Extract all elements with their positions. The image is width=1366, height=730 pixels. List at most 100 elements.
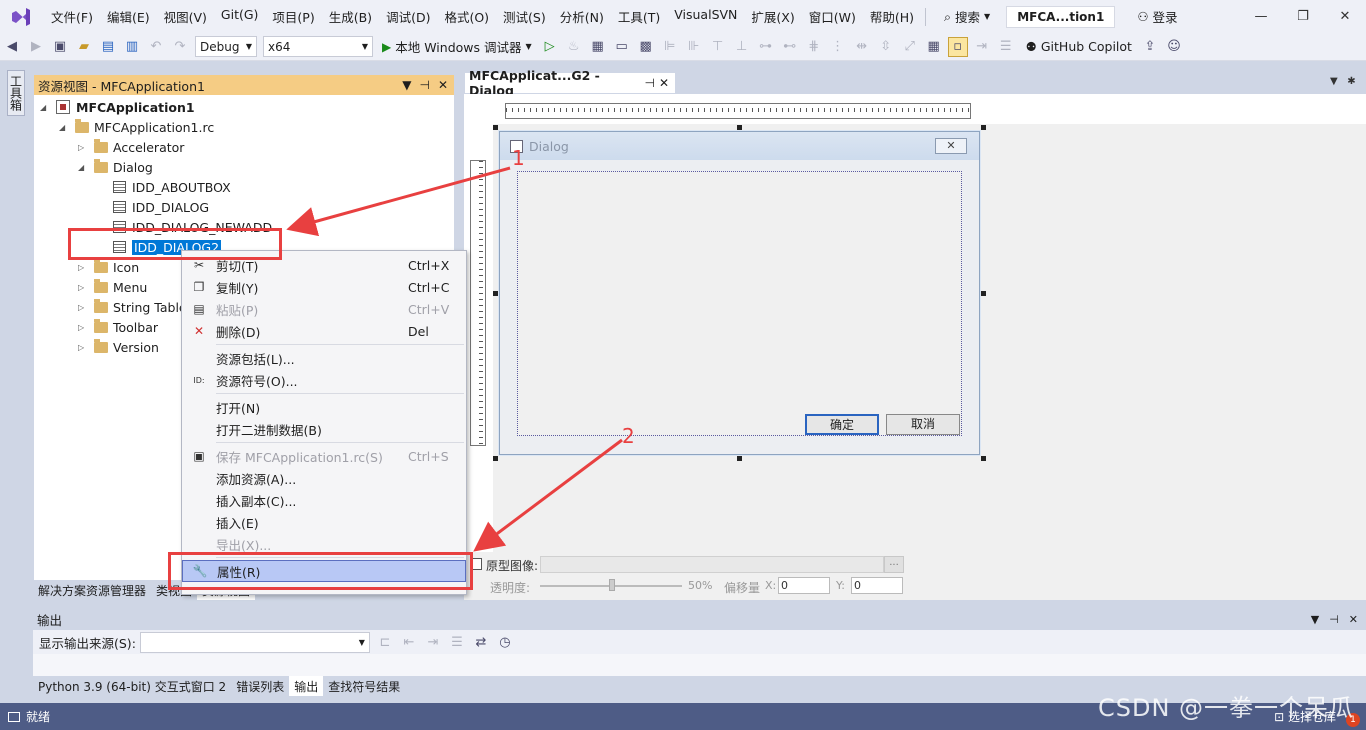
- offset-x-input[interactable]: 0: [778, 577, 830, 594]
- make-same-width-icon[interactable]: ⇹: [852, 37, 872, 57]
- menu-item[interactable]: 分析(N): [553, 7, 611, 26]
- context-menu-item[interactable]: 插入(E): [182, 511, 466, 533]
- forward-icon[interactable]: ▶: [26, 37, 46, 57]
- context-menu-item[interactable]: 添加资源(A)...: [182, 467, 466, 489]
- ok-button[interactable]: 确定: [805, 414, 879, 435]
- find-message-icon[interactable]: ⊏: [375, 632, 395, 652]
- browse-button[interactable]: ...: [884, 556, 904, 573]
- new-project-icon[interactable]: ▣: [50, 37, 70, 57]
- space-across-icon[interactable]: ⋕: [804, 37, 824, 57]
- settings-icon[interactable]: ✱: [1347, 76, 1355, 87]
- center-vertical-icon[interactable]: ⊶: [756, 37, 776, 57]
- tree-item[interactable]: ▷ Menu: [78, 277, 147, 297]
- previous-message-icon[interactable]: ⇤: [399, 632, 419, 652]
- toggle-grid-icon[interactable]: ▦: [924, 37, 944, 57]
- word-wrap-icon[interactable]: ⇄: [471, 632, 491, 652]
- offset-y-input[interactable]: 0: [851, 577, 903, 594]
- next-message-icon[interactable]: ⇥: [423, 632, 443, 652]
- panel-tab[interactable]: Python 3.9 (64-bit) 交互式窗口 2: [33, 676, 231, 696]
- context-menu-item[interactable]: 打开二进制数据(B): [182, 418, 466, 440]
- save-icon[interactable]: ▤: [98, 37, 118, 57]
- panel-tab[interactable]: 输出: [289, 676, 324, 696]
- dropdown-icon[interactable]: ▼: [1330, 76, 1338, 87]
- collapsed-arrow-icon[interactable]: ▷: [78, 143, 88, 152]
- dropdown-icon[interactable]: ▼: [402, 78, 411, 92]
- menu-item[interactable]: 格式(O): [437, 7, 496, 26]
- feedback-icon[interactable]: ☺: [1164, 37, 1184, 57]
- share-icon[interactable]: ⇪: [1140, 37, 1160, 57]
- document-tab-dialog[interactable]: MFCApplicat...G2 - Dialog ⊣ ✕: [464, 68, 676, 98]
- resize-handle[interactable]: [981, 456, 986, 461]
- menu-item[interactable]: 编辑(E): [100, 7, 157, 26]
- start-debug-button[interactable]: ▶ 本地 Windows 调试器 ▼: [382, 37, 532, 56]
- menu-item[interactable]: 帮助(H): [863, 7, 921, 26]
- menu-item[interactable]: 窗口(W): [802, 7, 863, 26]
- tree-item[interactable]: ◢ MFCApplication1: [40, 97, 195, 117]
- menu-item[interactable]: 测试(S): [496, 7, 553, 26]
- tree-item[interactable]: IDD_DIALOG: [97, 197, 209, 217]
- expanded-arrow-icon[interactable]: ◢: [78, 163, 88, 172]
- menu-item[interactable]: 生成(B): [322, 7, 379, 26]
- menu-item[interactable]: 文件(F): [44, 7, 100, 26]
- panel-tab[interactable]: 解决方案资源管理器: [33, 580, 151, 600]
- make-same-size-icon[interactable]: ⤢: [900, 37, 920, 57]
- search-button[interactable]: ⌕ 搜索 ▼: [938, 7, 996, 26]
- center-horizontal-icon[interactable]: ⊷: [780, 37, 800, 57]
- menu-item[interactable]: 工具(T): [611, 7, 667, 26]
- context-menu-item[interactable]: ✕ 删除(D) Del: [182, 320, 466, 342]
- platform-select[interactable]: x64 ▼: [263, 36, 373, 57]
- vertical-ruler[interactable]: [470, 160, 486, 446]
- resize-handle[interactable]: [493, 456, 498, 461]
- collapsed-arrow-icon[interactable]: ▷: [78, 263, 88, 272]
- save-all-icon[interactable]: ▥: [122, 37, 142, 57]
- resize-handle[interactable]: [981, 291, 986, 296]
- panel-tab[interactable]: 查找符号结果: [323, 676, 405, 696]
- resize-handle[interactable]: [737, 456, 742, 461]
- configuration-select[interactable]: Debug ▼: [195, 36, 257, 57]
- close-window-button[interactable]: ✕: [1324, 9, 1366, 24]
- login-button[interactable]: ⚇ 登录: [1137, 7, 1177, 26]
- cancel-button[interactable]: 取消: [886, 414, 960, 435]
- horizontal-ruler[interactable]: [505, 103, 971, 119]
- pin-icon[interactable]: ⊣: [644, 76, 658, 90]
- restore-button[interactable]: ❐: [1282, 9, 1324, 24]
- collapsed-arrow-icon[interactable]: ▷: [78, 283, 88, 292]
- redo-icon[interactable]: ↷: [170, 37, 190, 57]
- start-without-debug-icon[interactable]: ▷: [540, 37, 560, 57]
- github-copilot-button[interactable]: ⚉ GitHub Copilot: [1026, 39, 1132, 54]
- hot-reload-icon[interactable]: ♨: [564, 37, 584, 57]
- tree-item[interactable]: ▷ Accelerator: [78, 137, 184, 157]
- menu-item[interactable]: VisualSVN: [667, 7, 744, 26]
- tree-item[interactable]: ◢ MFCApplication1.rc: [59, 117, 214, 137]
- resize-handle[interactable]: [737, 125, 742, 130]
- menu-item[interactable]: 视图(V): [157, 7, 214, 26]
- collapsed-arrow-icon[interactable]: ▷: [78, 323, 88, 332]
- prototype-image-path-input[interactable]: [540, 556, 884, 573]
- open-folder-icon[interactable]: ▰: [74, 37, 94, 57]
- clear-all-icon[interactable]: ☰: [447, 632, 467, 652]
- align-left-icon[interactable]: ⊫: [660, 37, 680, 57]
- make-same-height-icon[interactable]: ⇳: [876, 37, 896, 57]
- collapsed-arrow-icon[interactable]: ▷: [78, 343, 88, 352]
- dropdown-icon[interactable]: ▼: [1311, 613, 1319, 626]
- menu-item[interactable]: 扩展(X): [744, 7, 801, 26]
- opacity-slider-thumb[interactable]: [609, 579, 615, 591]
- context-menu-item[interactable]: ID: 资源符号(O)...: [182, 369, 466, 391]
- resize-handle[interactable]: [981, 125, 986, 130]
- collapsed-arrow-icon[interactable]: ▷: [78, 303, 88, 312]
- menu-item[interactable]: 项目(P): [265, 7, 321, 26]
- menu-item[interactable]: Git(G): [214, 7, 266, 26]
- pin-icon[interactable]: ⊣: [419, 78, 429, 92]
- solution-explorer-icon[interactable]: ▦: [588, 37, 608, 57]
- tree-item[interactable]: ◢ Dialog: [78, 157, 153, 177]
- project-name-badge[interactable]: MFCA...tion1: [1006, 5, 1116, 28]
- test-icon[interactable]: ☰: [996, 37, 1016, 57]
- expanded-arrow-icon[interactable]: ◢: [40, 103, 50, 112]
- tab-order-icon[interactable]: ⇥: [972, 37, 992, 57]
- dialog-client-area[interactable]: [517, 171, 962, 436]
- tree-item[interactable]: ▷ String Table: [78, 297, 187, 317]
- test-dialog-icon[interactable]: ▩: [636, 37, 656, 57]
- align-right-icon[interactable]: ⊪: [684, 37, 704, 57]
- back-icon[interactable]: ◀: [2, 37, 22, 57]
- expanded-arrow-icon[interactable]: ◢: [59, 123, 69, 132]
